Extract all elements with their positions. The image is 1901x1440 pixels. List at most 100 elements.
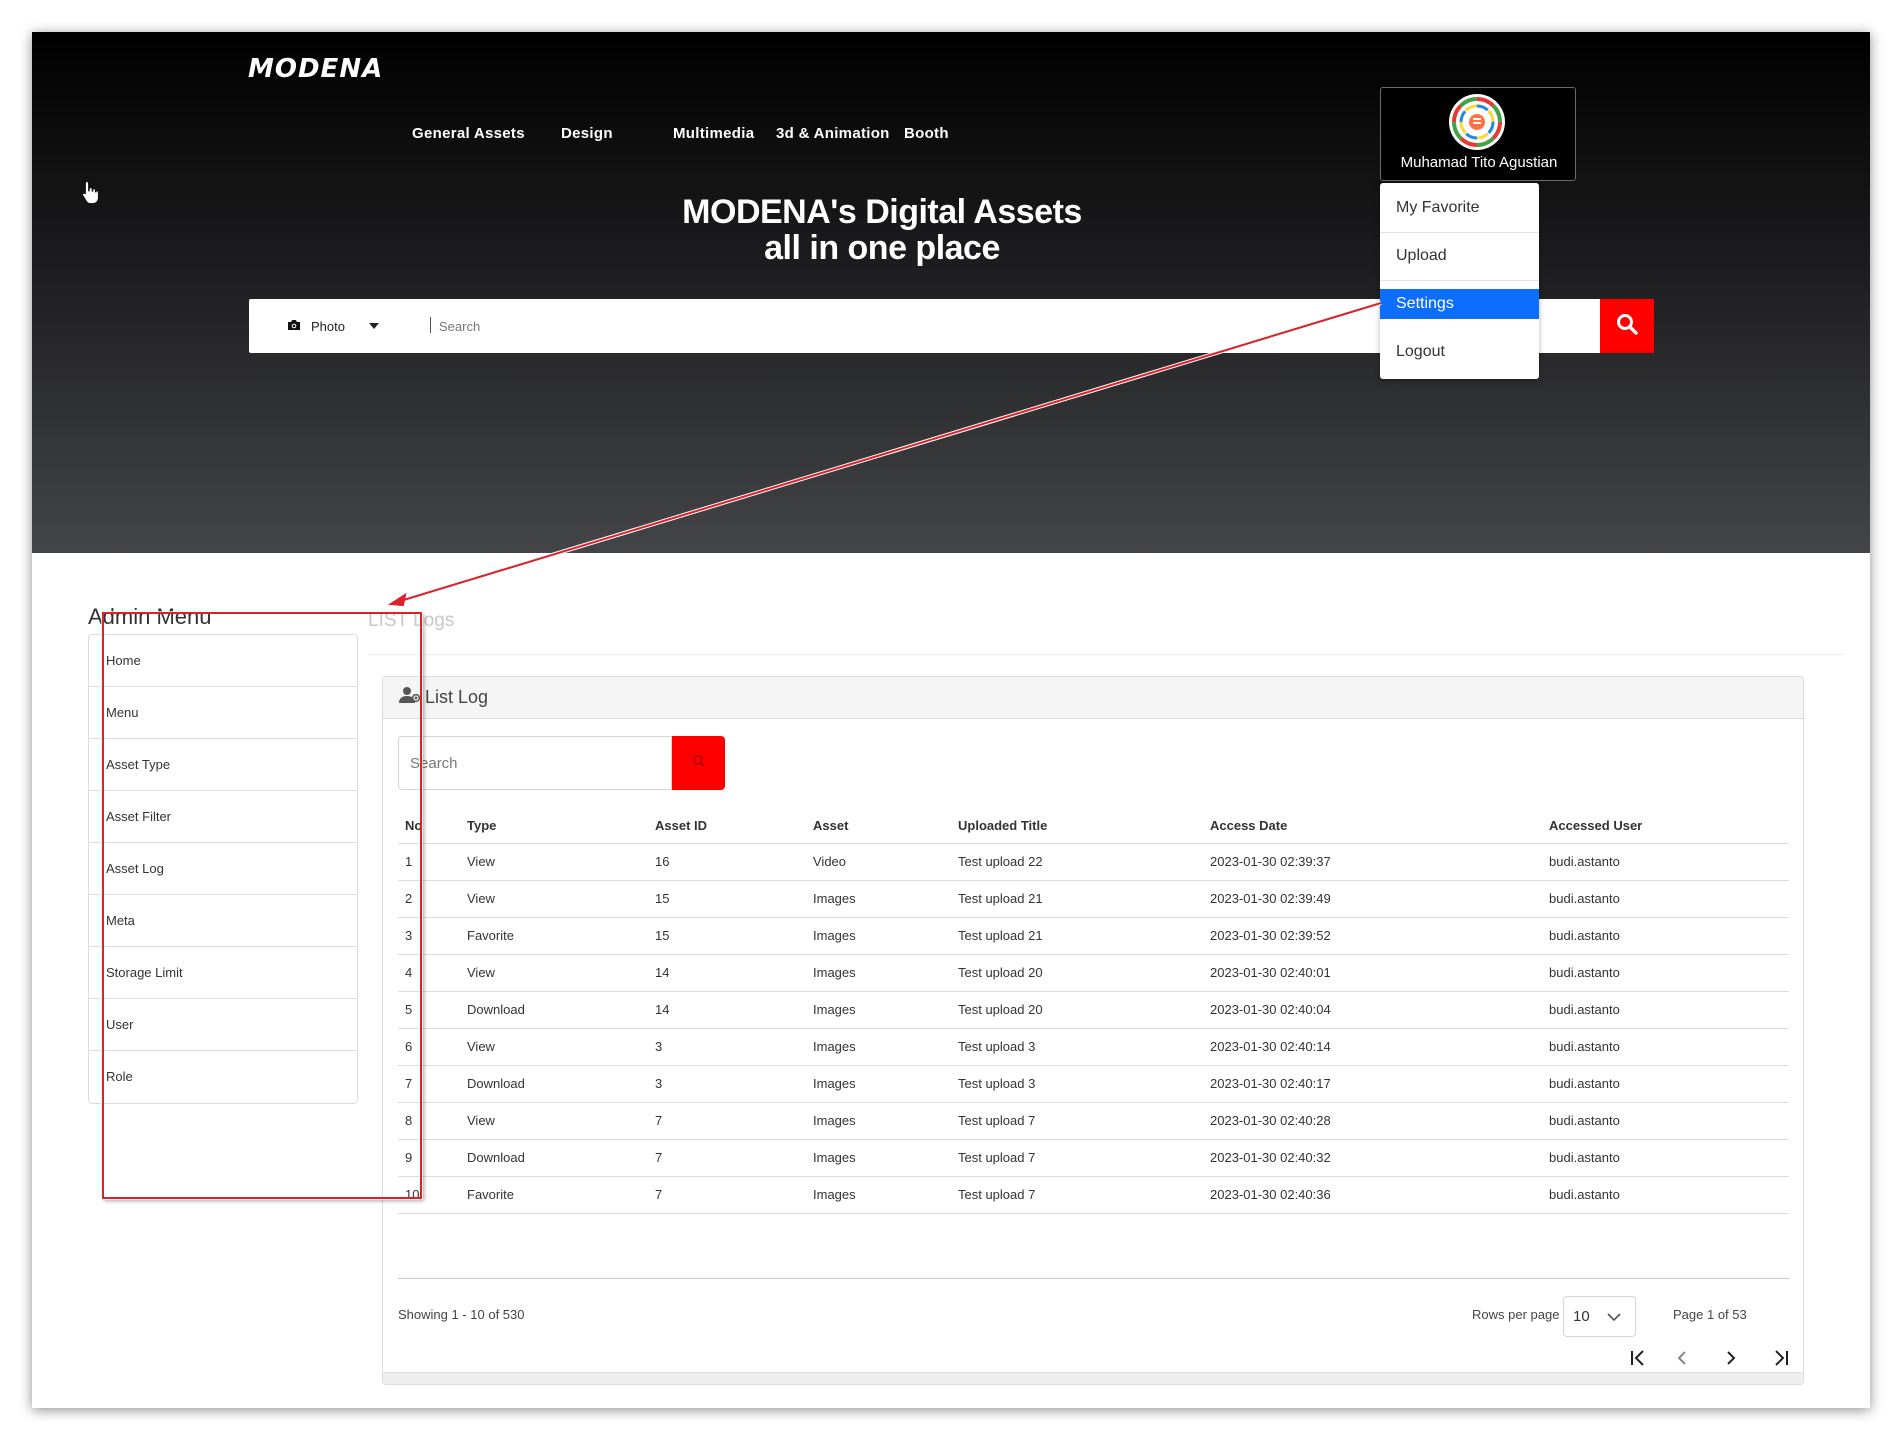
nav-general-assets[interactable]: General Assets — [412, 125, 525, 142]
table-header-row: No Type Asset ID Asset Uploaded Title Ac… — [398, 807, 1789, 844]
table-cell: budi.astanto — [1542, 1028, 1789, 1066]
table-cell: 2023-01-30 02:40:14 — [1203, 1028, 1542, 1066]
next-page-icon — [1724, 1349, 1738, 1372]
table-cell: Test upload 22 — [951, 843, 1203, 881]
card-title: List Log — [425, 687, 489, 707]
modena-logo[interactable]: MODENA — [248, 54, 383, 84]
table-cell: Images — [806, 1065, 951, 1103]
nav-multimedia[interactable]: Multimedia — [673, 125, 754, 142]
last-page-button[interactable] — [1766, 1345, 1796, 1375]
table-cell: budi.astanto — [1542, 991, 1789, 1029]
hero-title: MODENA's Digital Assets all in one place — [632, 194, 1132, 266]
table-cell: 15 — [648, 880, 806, 918]
table-row[interactable]: 10 Favorite 7 Images Test upload 7 2023-01-30… — [398, 1176, 1789, 1214]
table-cell: Images — [806, 1028, 951, 1066]
table-row[interactable]: 9 Download 7 Images Test upload 7 2023-01-30 … — [398, 1139, 1789, 1177]
table-cell: 7 — [648, 1176, 806, 1214]
column-header[interactable]: Accessed User — [1542, 807, 1789, 844]
hero-search-button[interactable] — [1600, 299, 1654, 353]
table-row[interactable]: 7 Download 3 Images Test upload 3 2023-01-30 … — [398, 1065, 1789, 1103]
table-bottom-divider — [398, 1278, 1789, 1279]
table-row[interactable]: 1 View 16 Video Test upload 22 2023-01-30 02:… — [398, 843, 1789, 881]
rows-per-page-label: Rows per page — [1472, 1307, 1560, 1322]
table-cell: 14 — [648, 991, 806, 1029]
table-cell: budi.astanto — [1542, 880, 1789, 918]
table-cell: 7 — [648, 1139, 806, 1177]
column-header[interactable]: Type — [460, 807, 648, 844]
table-cell: budi.astanto — [1542, 1102, 1789, 1140]
table-cell: budi.astanto — [1542, 954, 1789, 992]
menu-item-my-favorite[interactable]: My Favorite — [1380, 185, 1539, 233]
table-cell: Images — [806, 1176, 951, 1214]
table-cell: Images — [806, 1139, 951, 1177]
table-cell: Images — [806, 880, 951, 918]
table-cell: 3 — [648, 1065, 806, 1103]
table-cell: Test upload 21 — [951, 880, 1203, 918]
user-profile-panel[interactable]: Muhamad Tito Agustian — [1380, 87, 1576, 181]
table-cell: 7 — [648, 1102, 806, 1140]
table-cell: Test upload 3 — [951, 1065, 1203, 1103]
user-avatar[interactable] — [1449, 94, 1505, 150]
table-row[interactable]: 5 Download 14 Images Test upload 20 2023-01-3… — [398, 991, 1789, 1029]
log-table: No Type Asset ID Asset Uploaded Title Ac… — [398, 807, 1789, 1214]
table-cell: 14 — [648, 954, 806, 992]
card-footer — [383, 1372, 1803, 1384]
rows-per-page-select[interactable]: 10 — [1563, 1296, 1636, 1337]
table-cell: Images — [806, 991, 951, 1029]
nav-booth[interactable]: Booth — [904, 125, 949, 142]
hero-title-line1: MODENA's Digital Assets — [682, 193, 1082, 231]
table-cell: 2023-01-30 02:39:37 — [1203, 843, 1542, 881]
next-page-button[interactable] — [1716, 1345, 1746, 1375]
table-cell: 16 — [648, 843, 806, 881]
last-page-icon — [1771, 1349, 1791, 1372]
asset-type-dropdown[interactable]: Photo — [287, 299, 379, 353]
table-row[interactable]: 4 View 14 Images Test upload 20 2023-01-30 02… — [398, 954, 1789, 992]
page-info: Page 1 of 53 — [1673, 1307, 1747, 1322]
column-header[interactable]: Access Date — [1203, 807, 1542, 844]
table-row[interactable]: 3 Favorite 15 Images Test upload 21 2023-01-3… — [398, 917, 1789, 955]
table-cell: 2023-01-30 02:40:28 — [1203, 1102, 1542, 1140]
table-cell: Download — [460, 1065, 648, 1103]
table-cell: 2023-01-30 02:40:17 — [1203, 1065, 1542, 1103]
nav-design[interactable]: Design — [561, 125, 613, 142]
column-header[interactable]: Uploaded Title — [951, 807, 1203, 844]
table-cell: 15 — [648, 917, 806, 955]
showing-count: Showing 1 - 10 of 530 — [398, 1307, 525, 1322]
first-page-button[interactable] — [1623, 1345, 1653, 1375]
table-cell: budi.astanto — [1542, 843, 1789, 881]
table-cell: 2023-01-30 02:40:01 — [1203, 954, 1542, 992]
mouse-cursor-icon — [82, 180, 99, 209]
table-cell: Test upload 20 — [951, 954, 1203, 992]
menu-item-settings[interactable]: Settings — [1380, 289, 1539, 319]
hero-header: MODENA General Assets Design Multimedia … — [32, 32, 1870, 553]
table-cell: budi.astanto — [1542, 1176, 1789, 1214]
table-cell: budi.astanto — [1542, 917, 1789, 955]
log-search-input[interactable] — [398, 736, 672, 790]
log-search-button[interactable] — [672, 736, 725, 790]
chevron-down-icon — [1606, 1312, 1622, 1322]
table-cell: View — [460, 954, 648, 992]
table-row[interactable]: 6 View 3 Images Test upload 3 2023-01-30 02:4… — [398, 1028, 1789, 1066]
search-divider — [430, 317, 431, 333]
nav-3d-animation[interactable]: 3d & Animation — [776, 125, 890, 142]
search-icon — [1615, 312, 1639, 341]
user-name: Muhamad Tito Agustian — [1400, 154, 1558, 171]
table-cell: budi.astanto — [1542, 1139, 1789, 1177]
table-cell: Test upload 7 — [951, 1139, 1203, 1177]
table-cell: 2023-01-30 02:40:36 — [1203, 1176, 1542, 1214]
table-row[interactable]: 2 View 15 Images Test upload 21 2023-01-30 02… — [398, 880, 1789, 918]
menu-item-logout[interactable]: Logout — [1380, 329, 1539, 377]
column-header[interactable]: Asset ID — [648, 807, 806, 844]
card-header: List Log — [383, 677, 1803, 719]
table-cell: Download — [460, 1139, 648, 1177]
column-header[interactable]: Asset — [806, 807, 951, 844]
table-cell: Favorite — [460, 1176, 648, 1214]
prev-page-button[interactable] — [1667, 1345, 1697, 1375]
table-cell: Test upload 7 — [951, 1176, 1203, 1214]
table-row[interactable]: 8 View 7 Images Test upload 7 2023-01-30 02:4… — [398, 1102, 1789, 1140]
table-cell: Images — [806, 1102, 951, 1140]
menu-item-upload[interactable]: Upload — [1380, 233, 1539, 281]
table-cell: Download — [460, 991, 648, 1029]
table-cell: View — [460, 1028, 648, 1066]
table-cell: 2023-01-30 02:40:32 — [1203, 1139, 1542, 1177]
